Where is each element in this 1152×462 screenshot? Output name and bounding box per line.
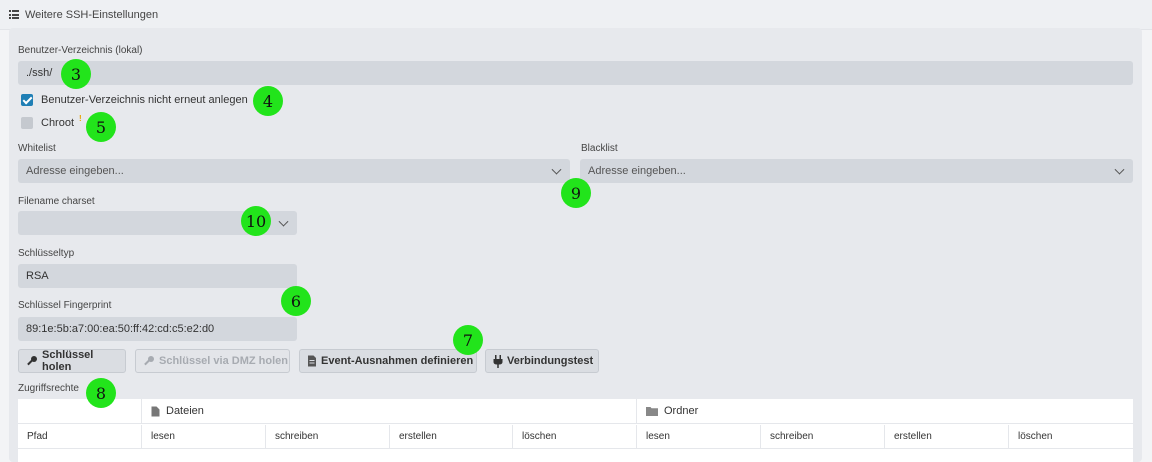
annotation-marker: 9 [561,178,591,208]
key-icon [143,355,155,367]
event-exceptions-button[interactable]: Event-Ausnahmen definieren [299,349,477,373]
blacklist-label: Blacklist [581,143,618,154]
connection-test-button[interactable]: Verbindungstest [485,349,599,373]
table-header-cell[interactable]: löschen [513,425,637,448]
table-header-cell[interactable]: erstellen [390,425,513,448]
get-key-label: Schlüssel holen [42,349,94,373]
whitelist-label: Whitelist [18,143,56,154]
user-dir-value: ./ssh/ [26,67,53,79]
key-type-value: RSA [26,270,49,282]
access-label: Zugriffsrechte [18,383,79,394]
table-header-cell[interactable]: schreiben [761,425,885,448]
folder-icon [646,406,658,416]
annotation-marker: 7 [453,325,483,355]
section-header[interactable]: Weitere SSH-Einstellungen [0,0,1152,30]
get-key-button[interactable]: Schlüssel holen [18,349,126,373]
document-icon [307,355,317,367]
key-fingerprint-field: 89:1e:5b:a7:00:ea:50:ff:42:cd:c5:e2:d0 [18,317,297,341]
chevron-down-icon [551,164,562,175]
key-fingerprint-value: 89:1e:5b:a7:00:ea:50:ff:42:cd:c5:e2:d0 [26,323,215,335]
table-group-files-label: Dateien [166,405,204,417]
annotation-marker: 6 [281,286,311,316]
chevron-down-icon [278,216,289,227]
chevron-down-icon [1114,164,1125,175]
key-type-label: Schlüsseltyp [18,248,75,259]
list-icon [9,10,19,19]
table-group-folders-label: Ordner [664,405,699,417]
plug-icon [493,354,503,368]
no-recreate-checkbox[interactable] [21,94,33,106]
key-type-field: RSA [18,264,297,288]
table-header-cell[interactable]: schreiben [266,425,390,448]
chroot-info-icon[interactable]: ! [79,114,82,123]
annotation-marker: 5 [86,112,116,142]
whitelist-placeholder: Adresse eingeben... [26,165,124,177]
section-title: Weitere SSH-Einstellungen [25,8,159,21]
annotation-marker: 4 [253,86,283,116]
annotation-marker: 10 [241,206,271,236]
table-header-cell[interactable]: lesen [142,425,266,448]
table-header-cell[interactable]: lesen [637,425,761,448]
user-dir-label: Benutzer-Verzeichnis (lokal) [18,45,143,56]
key-fingerprint-label: Schlüssel Fingerprint [18,300,112,311]
filename-charset-label: Filename charset [18,196,95,207]
access-table: Dateien Ordner Pfad lesen schreiben erst… [18,399,1133,462]
whitelist-select[interactable]: Adresse eingeben... [18,159,570,183]
connection-test-label: Verbindungstest [507,355,594,367]
get-key-dmz-label: Schlüssel via DMZ holen [159,355,288,367]
event-exceptions-label: Event-Ausnahmen definieren [321,355,474,367]
blacklist-placeholder: Adresse eingeben... [588,165,686,177]
file-icon [151,406,160,417]
blacklist-select[interactable]: Adresse eingeben... [580,159,1133,183]
table-group-files: Dateien [142,399,637,423]
annotation-marker: 3 [61,59,91,89]
chroot-label: Chroot [41,117,75,129]
table-header-cell[interactable]: erstellen [885,425,1009,448]
table-group-row: Dateien Ordner [18,399,1133,424]
table-header-cell[interactable]: löschen [1009,425,1133,448]
key-icon [26,355,38,367]
user-dir-input[interactable]: ./ssh/ [18,61,1133,85]
table-header-row: Pfad lesen schreiben erstellen löschen l… [18,425,1133,449]
get-key-dmz-button[interactable]: Schlüssel via DMZ holen [135,349,290,373]
annotation-marker: 8 [86,378,116,408]
no-recreate-label: Benutzer-Verzeichnis nicht erneut anlege… [41,94,248,106]
chroot-checkbox[interactable] [21,117,33,129]
table-header-empty [18,399,142,423]
table-header-cell[interactable]: Pfad [18,425,142,448]
table-group-folders: Ordner [637,399,1133,423]
